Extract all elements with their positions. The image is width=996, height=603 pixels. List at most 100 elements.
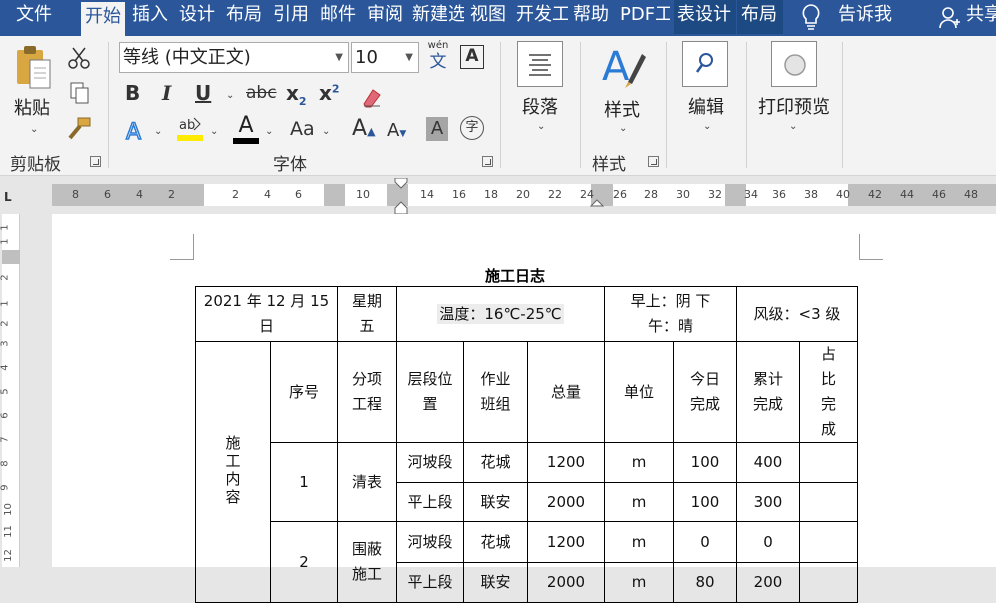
clipboard-launcher-icon[interactable]	[90, 156, 101, 167]
share-button[interactable]: 共享	[966, 0, 996, 34]
column-header[interactable]: 累计完成	[736, 341, 800, 443]
font-launcher-icon[interactable]	[482, 156, 493, 167]
paste-button[interactable]: 粘贴	[14, 94, 50, 120]
cumulative-cell[interactable]: 400	[736, 442, 800, 483]
weather-cell[interactable]: 早上：阴 下午：晴	[604, 286, 737, 342]
vertical-ruler[interactable]: 1 1 2 1 2 3 4 5 6 7 8 9 10 11 12	[0, 214, 24, 567]
paragraph-button-box[interactable]	[517, 41, 563, 87]
print-preview-button[interactable]: 打印预览	[758, 93, 830, 119]
column-header[interactable]: 总量	[527, 341, 605, 443]
date-cell[interactable]: 2021 年 12 月 15 日	[195, 286, 338, 342]
chevron-down-icon[interactable]: ⌄	[226, 90, 234, 101]
chevron-down-icon[interactable]: ⌄	[789, 121, 797, 132]
tab-marker-icon[interactable]	[589, 192, 605, 212]
column-header[interactable]: 分项工程	[337, 341, 397, 443]
copy-icon[interactable]	[68, 81, 92, 109]
unit-cell[interactable]: m	[604, 562, 674, 603]
clear-formatting-icon[interactable]	[360, 84, 384, 112]
editing-button-box[interactable]	[682, 41, 728, 87]
column-header[interactable]: 序号	[270, 341, 338, 443]
tab-view[interactable]: 视图	[470, 0, 506, 34]
indent-marker-icon[interactable]	[394, 177, 408, 218]
team-cell[interactable]: 花城	[463, 442, 528, 483]
document-title[interactable]: 施工日志	[480, 265, 550, 286]
superscript-button[interactable]: x2	[319, 81, 340, 105]
chevron-down-icon[interactable]: ⌄	[619, 123, 627, 134]
tab-references[interactable]: 引用	[273, 0, 309, 34]
team-cell[interactable]: 联安	[463, 562, 528, 603]
styles-launcher-icon[interactable]	[648, 156, 659, 167]
item-cell[interactable]: 清表	[337, 442, 397, 522]
horizontal-ruler[interactable]: 8 6 4 2 2 4 6 10 14 16 18 20 22 24 26 28…	[52, 177, 996, 215]
position-cell[interactable]: 平上段	[396, 482, 464, 522]
format-painter-icon[interactable]	[66, 116, 92, 144]
lightbulb-icon[interactable]	[800, 3, 822, 35]
tab-help[interactable]: 帮助	[573, 0, 609, 34]
cumulative-cell[interactable]: 300	[736, 482, 800, 522]
tab-insert[interactable]: 插入	[132, 0, 168, 34]
wind-cell[interactable]: 风级：<3 级	[736, 286, 858, 342]
chevron-down-icon[interactable]: ⌄	[537, 121, 545, 132]
ratio-cell[interactable]	[799, 521, 858, 563]
chevron-down-icon[interactable]: ⌄	[322, 126, 330, 137]
character-shading-button[interactable]: A	[426, 117, 448, 141]
ratio-cell[interactable]	[799, 442, 858, 483]
position-cell[interactable]: 河坡段	[396, 442, 464, 483]
underline-button[interactable]: U	[195, 81, 211, 105]
chevron-down-icon[interactable]: ⌄	[703, 121, 711, 132]
change-case-button[interactable]: Aa	[290, 118, 315, 140]
tell-me-search[interactable]: 告诉我	[838, 0, 892, 34]
styles-button[interactable]: 样式	[604, 96, 640, 122]
character-border-button[interactable]: A	[460, 45, 484, 69]
team-cell[interactable]: 联安	[463, 482, 528, 522]
tab-table-design[interactable]: 表设计	[674, 0, 736, 34]
tab-design[interactable]: 设计	[179, 0, 215, 34]
paste-icon[interactable]	[14, 44, 54, 98]
chevron-down-icon[interactable]: ⌄	[210, 126, 218, 137]
tab-review[interactable]: 审阅	[367, 0, 403, 34]
paragraph-button[interactable]: 段落	[522, 93, 558, 119]
font-size-combo[interactable]: 10 ▼	[351, 42, 419, 73]
construction-log-table[interactable]: 2021 年 12 月 15 日 星期五 温度：16℃-25℃ 早上：阴 下午：…	[195, 286, 858, 603]
italic-button[interactable]: I	[162, 81, 171, 105]
tab-pdf[interactable]: PDF工	[620, 0, 670, 34]
phonetic-guide-button[interactable]: wén 文	[427, 40, 449, 72]
position-cell[interactable]: 河坡段	[396, 521, 464, 563]
tab-mailings[interactable]: 邮件	[320, 0, 356, 34]
ratio-cell[interactable]	[799, 482, 858, 522]
position-cell[interactable]: 平上段	[396, 562, 464, 603]
section-label-cell[interactable]: 施工内容	[195, 341, 271, 603]
highlight-color-icon[interactable]: ab	[176, 114, 206, 148]
chevron-down-icon[interactable]: ⌄	[154, 126, 162, 137]
unit-cell[interactable]: m	[604, 521, 674, 563]
strikethrough-button[interactable]: abc	[246, 83, 277, 103]
total-cell[interactable]: 1200	[527, 521, 605, 563]
tab-developer[interactable]: 开发工	[516, 0, 568, 34]
row-number-cell[interactable]: 1	[270, 442, 338, 522]
cut-icon[interactable]	[67, 46, 91, 74]
bold-button[interactable]: B	[125, 81, 140, 105]
temperature-cell[interactable]: 温度：16℃-25℃	[396, 286, 605, 342]
cumulative-cell[interactable]: 0	[736, 521, 800, 563]
unit-cell[interactable]: m	[604, 482, 674, 522]
tab-file[interactable]: 文件	[16, 0, 52, 34]
paste-dropdown-chevron[interactable]: ⌄	[30, 124, 38, 135]
print-preview-button-box[interactable]	[771, 41, 817, 87]
styles-icon[interactable]: A	[600, 42, 648, 94]
weekday-cell[interactable]: 星期五	[337, 286, 397, 342]
team-cell[interactable]: 花城	[463, 521, 528, 563]
ratio-cell[interactable]	[799, 562, 858, 603]
today-cell[interactable]: 100	[673, 482, 737, 522]
total-cell[interactable]: 1200	[527, 442, 605, 483]
shrink-font-button[interactable]: A▼	[387, 120, 406, 141]
subscript-button[interactable]: x2	[286, 81, 307, 108]
column-header[interactable]: 今日完成	[673, 341, 737, 443]
today-cell[interactable]: 0	[673, 521, 737, 563]
today-cell[interactable]: 80	[673, 562, 737, 603]
total-cell[interactable]: 2000	[527, 482, 605, 522]
total-cell[interactable]: 2000	[527, 562, 605, 603]
chevron-down-icon[interactable]: ⌄	[265, 126, 273, 137]
column-header[interactable]: 作业班组	[463, 341, 528, 443]
cumulative-cell[interactable]: 200	[736, 562, 800, 603]
text-effects-icon[interactable]: A	[124, 118, 148, 148]
